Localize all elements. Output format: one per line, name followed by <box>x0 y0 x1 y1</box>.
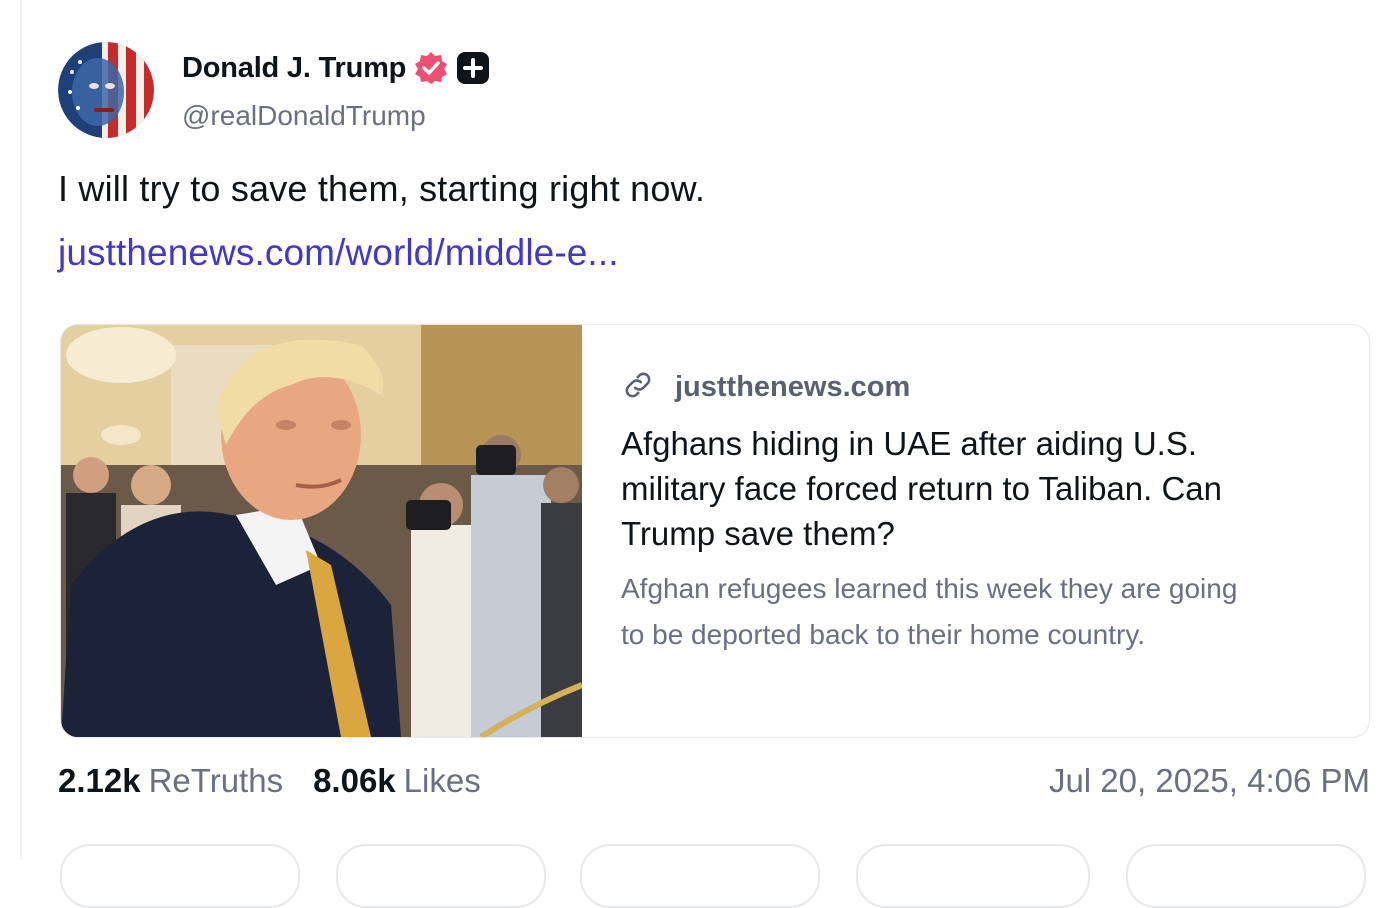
card-body: justthenews.com Afghans hiding in UAE af… <box>621 365 1321 658</box>
like-button[interactable] <box>580 844 820 908</box>
retruths-count: 2.12k <box>58 762 141 799</box>
likes-stat[interactable]: 8.06k Likes <box>313 762 481 800</box>
reply-button[interactable] <box>60 844 300 908</box>
card-domain-row: justthenews.com <box>621 365 1321 409</box>
author-handle[interactable]: @realDonaldTrump <box>182 100 426 132</box>
author-display-name[interactable]: Donald J. Trump <box>182 52 406 85</box>
post-text: I will try to save them, starting right … <box>58 168 706 209</box>
card-domain: justthenews.com <box>675 370 911 403</box>
post-stats: 2.12k ReTruths 8.06k Likes <box>58 762 481 800</box>
verified-badge-icon <box>414 51 448 85</box>
post: Donald J. Trump @realDonaldTrump I will … <box>58 0 1370 908</box>
share-button[interactable] <box>856 844 1090 908</box>
post-link[interactable]: justthenews.com/world/middle-e... <box>58 232 619 274</box>
avatar-image <box>58 42 154 138</box>
link-preview-card[interactable]: justthenews.com Afghans hiding in UAE af… <box>60 324 1370 738</box>
retruths-stat[interactable]: 2.12k ReTruths <box>58 762 283 800</box>
plus-badge-icon <box>456 51 490 85</box>
action-bar <box>58 844 1370 908</box>
card-description: Afghan refugees learned this week they a… <box>621 573 1238 650</box>
post-timestamp[interactable]: Jul 20, 2025, 4:06 PM <box>1049 762 1370 800</box>
author-name-row: Donald J. Trump <box>182 48 490 88</box>
likes-label: Likes <box>403 762 481 799</box>
retruths-label: ReTruths <box>148 762 284 799</box>
left-divider <box>20 0 22 860</box>
card-title: Afghans hiding in UAE after aiding U.S. … <box>621 425 1223 552</box>
card-image <box>61 325 582 737</box>
likes-count: 8.06k <box>313 762 396 799</box>
avatar[interactable] <box>58 42 154 138</box>
retruth-button[interactable] <box>336 844 546 908</box>
more-button[interactable] <box>1126 844 1366 908</box>
link-icon <box>621 368 655 407</box>
